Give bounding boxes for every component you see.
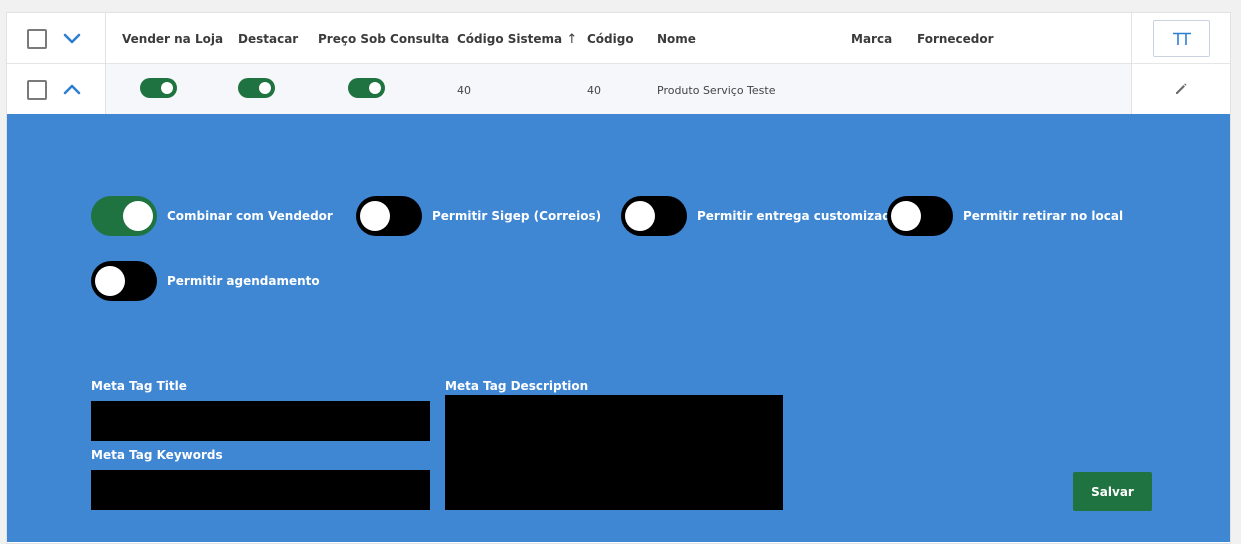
- product-grid: Vender na Loja Destacar Preço Sob Consul…: [6, 12, 1231, 544]
- meta-tag-keywords-input[interactable]: [91, 470, 430, 510]
- table-header: Vender na Loja Destacar Preço Sob Consul…: [7, 13, 1230, 64]
- permitir-entrega-customizada-label: Permitir entrega customizada: [697, 209, 899, 223]
- meta-tag-description-label: Meta Tag Description: [445, 379, 589, 393]
- combinar-com-vendedor-toggle[interactable]: [91, 196, 157, 236]
- chevron-up-icon[interactable]: [62, 82, 82, 96]
- permitir-retirar-no-local-label: Permitir retirar no local: [963, 209, 1124, 223]
- permitir-sigep-label: Permitir Sigep (Correios): [432, 209, 602, 223]
- permitir-retirar-no-local-toggle[interactable]: [887, 196, 953, 236]
- permitir-entrega-customizada-toggle[interactable]: [621, 196, 687, 236]
- col-preco-sob-consulta[interactable]: Preço Sob Consulta: [318, 32, 449, 46]
- preco-sob-consulta-toggle[interactable]: [348, 78, 385, 98]
- row-checkbox[interactable]: [27, 80, 47, 100]
- col-nome[interactable]: Nome: [657, 32, 696, 46]
- permitir-sigep-toggle[interactable]: [356, 196, 422, 236]
- select-all-checkbox[interactable]: [27, 29, 47, 49]
- col-vender-na-loja[interactable]: Vender na Loja: [122, 32, 223, 46]
- permitir-agendamento-toggle[interactable]: [91, 261, 157, 301]
- meta-tag-title-input[interactable]: [91, 401, 430, 441]
- sort-arrow-up-icon: ↑: [566, 32, 578, 47]
- col-fornecedor[interactable]: Fornecedor: [917, 32, 994, 46]
- col-destacar[interactable]: Destacar: [238, 32, 298, 46]
- expanded-details-panel: Combinar com Vendedor Permitir Sigep (Co…: [7, 114, 1230, 542]
- chevron-down-icon[interactable]: [62, 32, 82, 46]
- cell-codigo: 40: [587, 84, 601, 97]
- meta-tag-keywords-label: Meta Tag Keywords: [91, 448, 223, 462]
- cell-nome: Produto Serviço Teste: [657, 84, 776, 97]
- col-codigo[interactable]: Código: [587, 32, 634, 46]
- meta-tag-description-textarea[interactable]: [445, 395, 783, 510]
- save-button[interactable]: Salvar: [1073, 472, 1152, 511]
- destacar-toggle[interactable]: [238, 78, 275, 98]
- col-codigo-sistema[interactable]: Código Sistema ↑: [457, 32, 577, 47]
- col-codigo-sistema-label: Código Sistema: [457, 32, 563, 46]
- columns-button[interactable]: [1153, 20, 1210, 57]
- vender-na-loja-toggle[interactable]: [140, 78, 177, 98]
- meta-tag-title-label: Meta Tag Title: [91, 379, 187, 393]
- columns-icon: [1173, 32, 1191, 45]
- table-row: 40 40 Produto Serviço Teste: [7, 64, 1230, 114]
- permitir-agendamento-label: Permitir agendamento: [167, 274, 320, 288]
- cell-codigo-sistema: 40: [457, 84, 471, 97]
- combinar-com-vendedor-label: Combinar com Vendedor: [167, 209, 333, 223]
- col-marca[interactable]: Marca: [851, 32, 892, 46]
- pencil-icon[interactable]: [1174, 82, 1188, 96]
